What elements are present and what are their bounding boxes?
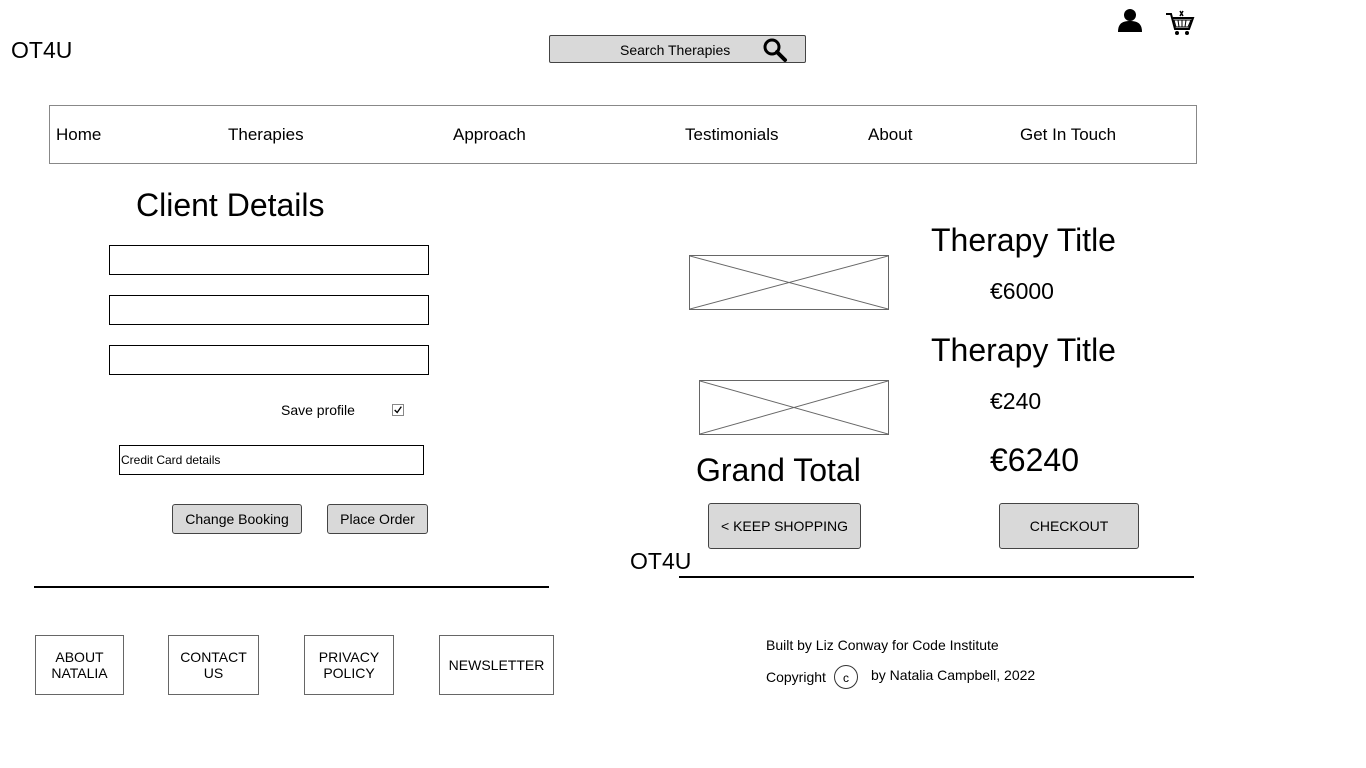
main-nav: Home Therapies Approach Testimonials Abo… xyxy=(49,105,1197,164)
footer-link-text: POLICY xyxy=(323,665,375,681)
keep-shopping-button[interactable]: < KEEP SHOPPING xyxy=(708,503,861,549)
credit-card-label: Credit Card details xyxy=(121,453,221,467)
footer-link-newsletter[interactable]: NEWSLETTER xyxy=(439,635,554,695)
image-placeholder-icon xyxy=(690,256,888,309)
therapy-title-2[interactable]: Therapy Title xyxy=(931,332,1116,368)
grand-total-label: Grand Total xyxy=(696,452,861,488)
footer-link-text: US xyxy=(203,665,224,681)
save-profile-label: Save profile xyxy=(281,402,355,418)
footer-logo[interactable]: OT4U xyxy=(630,548,691,574)
footer-divider-left xyxy=(34,586,549,588)
credit-card-field[interactable]: Credit Card details xyxy=(119,445,424,475)
footer-divider-right xyxy=(679,576,1194,578)
therapy-title-1[interactable]: Therapy Title xyxy=(931,222,1116,258)
client-field-3[interactable] xyxy=(109,345,429,375)
therapy-image-1 xyxy=(689,255,889,310)
image-placeholder-icon xyxy=(700,381,888,434)
built-by-text: Built by Liz Conway for Code Institute xyxy=(766,637,999,653)
client-details-title: Client Details xyxy=(136,187,325,223)
checkmark-icon xyxy=(394,406,402,414)
search-label: Search Therapies xyxy=(620,42,731,58)
client-field-1[interactable] xyxy=(109,245,429,275)
copyright-icon: c xyxy=(834,665,858,689)
user-icon[interactable] xyxy=(1117,7,1143,33)
nav-home[interactable]: Home xyxy=(56,125,101,145)
search-icon[interactable] xyxy=(762,37,788,63)
footer-link-text: NEWSLETTER xyxy=(448,657,545,673)
site-logo[interactable]: OT4U xyxy=(11,36,72,64)
place-order-button[interactable]: Place Order xyxy=(327,504,428,534)
footer-link-text: ABOUT xyxy=(55,649,104,665)
footer-link-contact-us[interactable]: CONTACT US xyxy=(168,635,259,695)
nav-testimonials[interactable]: Testimonials xyxy=(685,125,779,145)
change-booking-button[interactable]: Change Booking xyxy=(172,504,302,534)
footer-link-text: CONTACT xyxy=(180,649,247,665)
nav-get-in-touch[interactable]: Get In Touch xyxy=(1020,125,1116,145)
client-field-2[interactable] xyxy=(109,295,429,325)
search-bar[interactable]: Search Therapies xyxy=(549,35,806,63)
grand-total-value: €6240 xyxy=(990,442,1079,478)
nav-approach[interactable]: Approach xyxy=(453,125,526,145)
therapy-price-1: €6000 xyxy=(990,278,1054,304)
footer-link-text: PRIVACY xyxy=(318,649,380,665)
cart-icon[interactable] xyxy=(1165,8,1195,38)
save-profile-checkbox[interactable] xyxy=(392,404,404,416)
footer-link-about-natalia[interactable]: ABOUT NATALIA xyxy=(35,635,124,695)
footer-link-text: NATALIA xyxy=(51,665,108,681)
therapy-price-2: €240 xyxy=(990,388,1042,414)
footer-link-privacy-policy[interactable]: PRIVACY POLICY xyxy=(304,635,394,695)
nav-about[interactable]: About xyxy=(868,125,912,145)
therapy-image-2 xyxy=(699,380,889,435)
copyright-byline: by Natalia Campbell, 2022 xyxy=(871,667,1036,683)
nav-therapies[interactable]: Therapies xyxy=(228,125,304,145)
copyright-label: Copyright xyxy=(766,669,826,685)
checkout-button[interactable]: CHECKOUT xyxy=(999,503,1139,549)
